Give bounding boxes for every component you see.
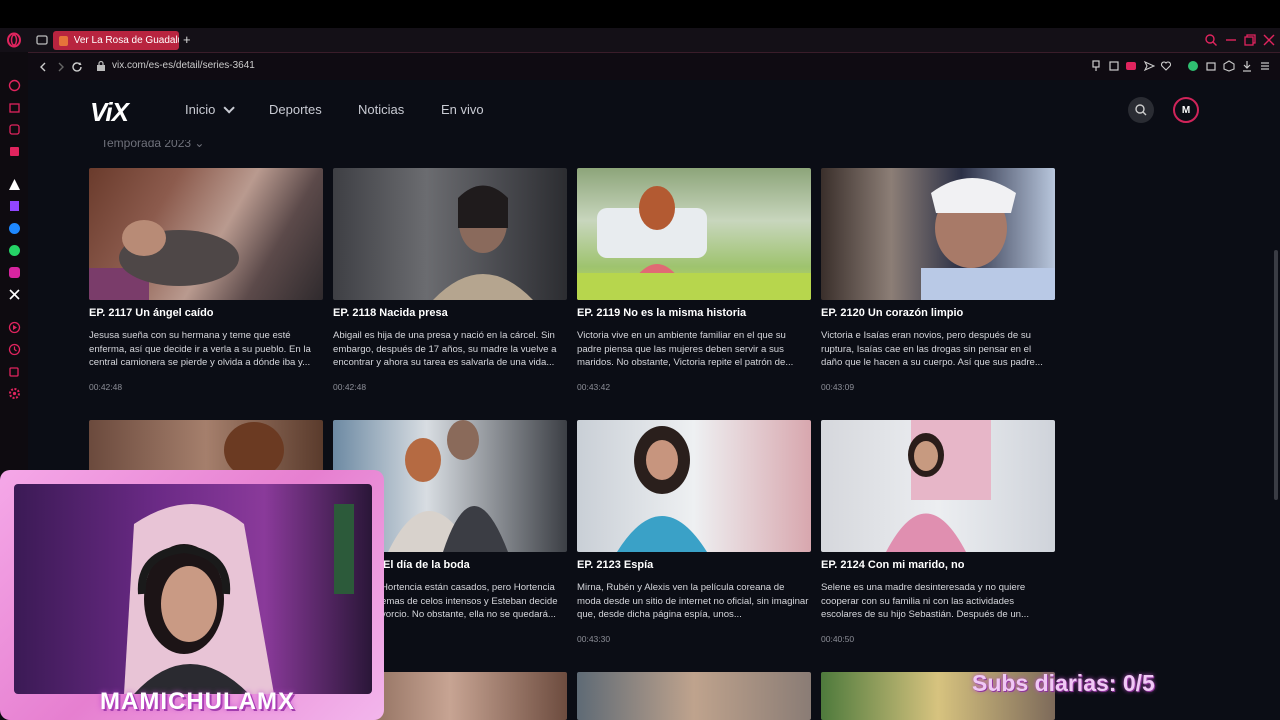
lock-icon	[97, 60, 105, 71]
episode-description: Mirna, Rubén y Alexis ven la película co…	[577, 582, 809, 620]
instagram-icon[interactable]	[8, 266, 21, 279]
episode-duration: 00:42:48	[333, 382, 367, 392]
tab-islands-icon[interactable]	[34, 32, 50, 48]
whatsapp-icon[interactable]	[8, 244, 21, 257]
page-scrollbar[interactable]	[1272, 80, 1280, 720]
episode-description: Abigail es hija de una presa y nació en …	[333, 330, 557, 368]
search-icon	[1135, 104, 1147, 116]
music-icon[interactable]	[8, 321, 21, 334]
site-header: ViX Inicio Deportes Noticias En vivo M	[28, 80, 1272, 140]
pocket-icon[interactable]	[1125, 60, 1137, 72]
menu-icon[interactable]	[1259, 60, 1271, 72]
opera-logo-icon[interactable]	[6, 32, 22, 48]
episode-title: EP. 2120 Un corazón limpio	[821, 307, 964, 319]
send-icon[interactable]	[1143, 60, 1155, 72]
episode-description: Victoria vive en un ambiente familiar en…	[577, 330, 794, 368]
episode-thumbnail[interactable]	[89, 168, 323, 300]
nav-inicio[interactable]: Inicio	[185, 102, 236, 117]
episode-description: Selene es una madre desinteresada y no q…	[821, 582, 1029, 620]
restore-icon[interactable]	[1243, 33, 1257, 47]
episode-title: EP. 2123 Espía	[577, 559, 654, 571]
workspace-icon[interactable]	[8, 101, 21, 114]
episode-duration: 00:42:48	[89, 382, 123, 392]
episode-thumbnail[interactable]	[821, 420, 1055, 552]
chevron-down-icon	[223, 102, 236, 114]
history-icon[interactable]	[8, 343, 21, 356]
pinboard-icon[interactable]	[8, 123, 21, 136]
back-icon[interactable]	[36, 60, 50, 74]
episode-card[interactable]: EP. 2123 Espía Mirna, Rubén y Alexis ven…	[577, 420, 811, 644]
episode-title: EP. 2119 No es la misma historia	[577, 307, 747, 319]
episode-title: EP. 2124 Con mi marido, no	[821, 559, 965, 571]
nav-deportes[interactable]: Deportes	[269, 102, 322, 117]
puzzle-icon[interactable]	[1205, 60, 1217, 72]
tab-title: Ver La Rosa de Guadalupe	[73, 35, 179, 46]
cube-icon[interactable]	[1223, 60, 1235, 72]
episode-thumbnail[interactable]	[577, 672, 811, 720]
extensions-icon[interactable]	[8, 365, 21, 378]
new-tab-button[interactable]: +	[183, 32, 191, 47]
episode-duration: 00:40:50	[821, 634, 855, 644]
nav-en-vivo[interactable]: En vivo	[441, 102, 484, 117]
episode-card[interactable]: EP. 2124 Con mi marido, no Selene es una…	[821, 420, 1055, 644]
url-field[interactable]: vix.com/es-es/detail/series-3641	[112, 60, 255, 71]
address-bar: vix.com/es-es/detail/series-3641	[28, 52, 1280, 80]
nav-inicio-label: Inicio	[185, 102, 216, 117]
episode-thumbnail[interactable]	[577, 168, 811, 300]
x-icon[interactable]	[8, 288, 21, 301]
episode-card[interactable]	[577, 672, 811, 720]
forward-icon[interactable]	[54, 60, 68, 74]
search-button[interactable]	[1128, 97, 1154, 123]
streamer-name: MAMICHULAMX	[100, 688, 295, 715]
webcam-feed	[14, 484, 372, 694]
snapshot-icon[interactable]	[1108, 60, 1120, 72]
tab-active[interactable]: Ver La Rosa de Guadalupe	[53, 31, 179, 50]
episode-duration: 00:43:42	[577, 382, 611, 392]
nav-noticias[interactable]: Noticias	[358, 102, 404, 117]
download-icon[interactable]	[1241, 60, 1253, 72]
messenger-icon[interactable]	[8, 222, 21, 235]
vix-favicon-icon	[59, 35, 68, 46]
episode-card[interactable]: EP. 2117 Un ángel caído Jesusa sueña con…	[89, 168, 323, 392]
episode-thumbnail[interactable]	[821, 168, 1055, 300]
episode-description: Jesusa sueña con su hermana y teme que e…	[89, 330, 311, 368]
episode-title: EP. 2118 Nacida presa	[333, 307, 448, 319]
twitch-icon[interactable]	[8, 200, 21, 213]
episode-card[interactable]: EP. 2119 No es la misma historia Victori…	[577, 168, 811, 392]
player-icon[interactable]	[8, 145, 21, 158]
episode-thumbnail[interactable]	[577, 420, 811, 552]
avatar[interactable]: M	[1173, 97, 1199, 123]
pin-icon[interactable]	[1090, 60, 1102, 72]
vix-app-icon[interactable]	[8, 178, 21, 191]
episode-duration: 00:43:30	[577, 634, 611, 644]
episode-card[interactable]: EP. 2120 Un corazón limpio Victoria e Is…	[821, 168, 1055, 392]
heart-icon[interactable]	[1160, 60, 1172, 72]
settings-gear-icon[interactable]	[8, 387, 21, 400]
screen: Ver La Rosa de Guadalupe + vix.com/es-es…	[0, 0, 1280, 720]
subs-counter: Subs diarias: 0/5	[972, 670, 1155, 696]
episode-thumbnail[interactable]	[333, 168, 567, 300]
close-window-icon[interactable]	[1262, 33, 1276, 47]
search-tabs-icon[interactable]	[1204, 33, 1218, 47]
webcam-overlay: MAMICHULAMX	[0, 470, 384, 720]
extension-green-icon[interactable]	[1187, 60, 1199, 72]
episode-title: EP. 2117 Un ángel caído	[89, 307, 214, 319]
aria-icon[interactable]	[8, 79, 21, 92]
minimize-icon[interactable]	[1224, 33, 1238, 47]
vix-logo[interactable]: ViX	[90, 97, 129, 128]
scrollbar-thumb[interactable]	[1274, 250, 1278, 500]
episode-description: Victoria e Isaías eran novios, pero desp…	[821, 330, 1043, 368]
reload-icon[interactable]	[70, 60, 84, 74]
browser-tab-bar: Ver La Rosa de Guadalupe +	[0, 28, 1280, 52]
episode-card[interactable]: EP. 2118 Nacida presa Abigail es hija de…	[333, 168, 567, 392]
episode-duration: 00:43:09	[821, 382, 855, 392]
